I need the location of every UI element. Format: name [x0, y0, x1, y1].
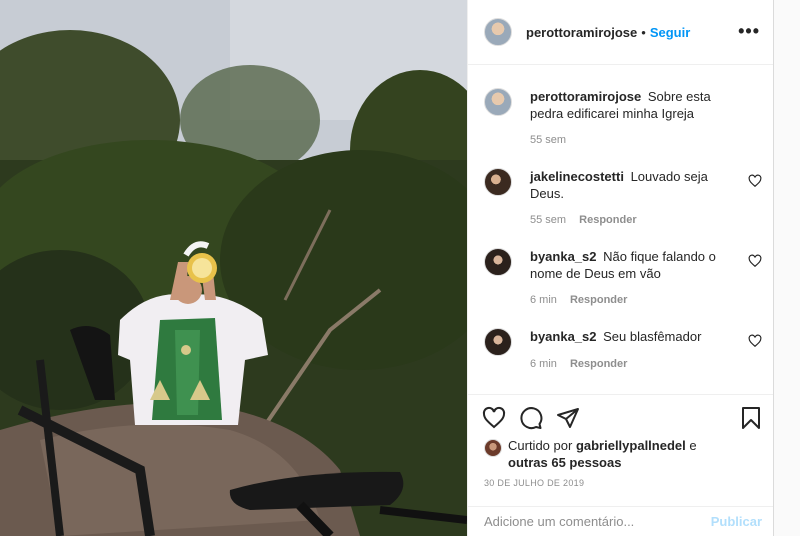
post-date[interactable]: 30 DE JULHO DE 2019: [484, 478, 584, 488]
comment-username[interactable]: byanka_s2: [530, 249, 597, 264]
comments-list[interactable]: perottoramirojose Sobre esta pedra edifi…: [468, 66, 774, 394]
comment-input[interactable]: [484, 514, 711, 529]
more-options-icon[interactable]: •••: [738, 22, 760, 40]
comment-time[interactable]: 6 min: [530, 358, 557, 370]
comment-username[interactable]: jakelinecostetti: [530, 169, 624, 184]
caption-username[interactable]: perottoramirojose: [530, 89, 641, 104]
comment-body: Seu blasfêmador: [603, 329, 702, 344]
like-heart-icon[interactable]: [482, 406, 506, 430]
page-scroll-gutter: [773, 0, 800, 536]
reply-button[interactable]: Responder: [570, 358, 627, 370]
commenter-avatar[interactable]: [484, 248, 512, 276]
likes-prefix: Curtido por: [508, 438, 573, 453]
post-actions: Curtido por gabriellypallnedel e outras …: [468, 394, 774, 506]
save-bookmark-icon[interactable]: [739, 406, 763, 430]
post-photo: [0, 0, 467, 536]
comment-time[interactable]: 55 sem: [530, 214, 566, 226]
caption-meta: 55 sem: [530, 134, 566, 146]
priest-raising-host-photo: [0, 0, 467, 536]
commenter-avatar[interactable]: [484, 328, 512, 356]
comment-like-heart-icon[interactable]: [748, 334, 762, 348]
comment-meta: 6 min Responder: [530, 358, 627, 370]
comment-meta: 6 min Responder: [530, 294, 627, 306]
follow-button[interactable]: Seguir: [650, 25, 690, 40]
comment-username[interactable]: byanka_s2: [530, 329, 597, 344]
comment-text: byanka_s2 Seu blasfêmador: [530, 328, 740, 345]
caption-time[interactable]: 55 sem: [530, 134, 566, 146]
comment-text: byanka_s2 Não fique falando o nome de De…: [530, 248, 740, 282]
likes-others-link[interactable]: outras 65 pessoas: [508, 455, 621, 470]
comment-time[interactable]: 6 min: [530, 294, 557, 306]
comment-like-heart-icon[interactable]: [748, 254, 762, 268]
comment-like-heart-icon[interactable]: [748, 174, 762, 188]
separator-dot: •: [641, 24, 646, 40]
comment-text: jakelinecostetti Louvado seja Deus.: [530, 168, 740, 202]
comment-meta: 55 sem Responder: [530, 214, 637, 226]
liker-username[interactable]: gabriellypallnedel: [576, 438, 686, 453]
comment-bubble-icon[interactable]: [519, 406, 543, 430]
commenter-avatar[interactable]: [484, 168, 512, 196]
reply-button[interactable]: Responder: [579, 214, 636, 226]
liker-avatar[interactable]: [484, 439, 502, 457]
publish-button[interactable]: Publicar: [711, 514, 762, 529]
post-header: perottoramirojose • Seguir •••: [468, 0, 774, 65]
add-comment-bar: Publicar: [468, 506, 774, 536]
author-avatar[interactable]: [484, 18, 512, 46]
reply-button[interactable]: Responder: [570, 294, 627, 306]
caption-text: perottoramirojose Sobre esta pedra edifi…: [530, 88, 740, 122]
likes-summary: Curtido por gabriellypallnedel e outras …: [484, 437, 764, 471]
author-username[interactable]: perottoramirojose: [526, 25, 637, 40]
share-paper-plane-icon[interactable]: [556, 406, 580, 430]
likes-text: Curtido por gabriellypallnedel e outras …: [508, 437, 764, 471]
post-side-panel: perottoramirojose • Seguir ••• perottora…: [467, 0, 774, 536]
caption-avatar[interactable]: [484, 88, 512, 116]
likes-suffix: e: [689, 438, 697, 453]
